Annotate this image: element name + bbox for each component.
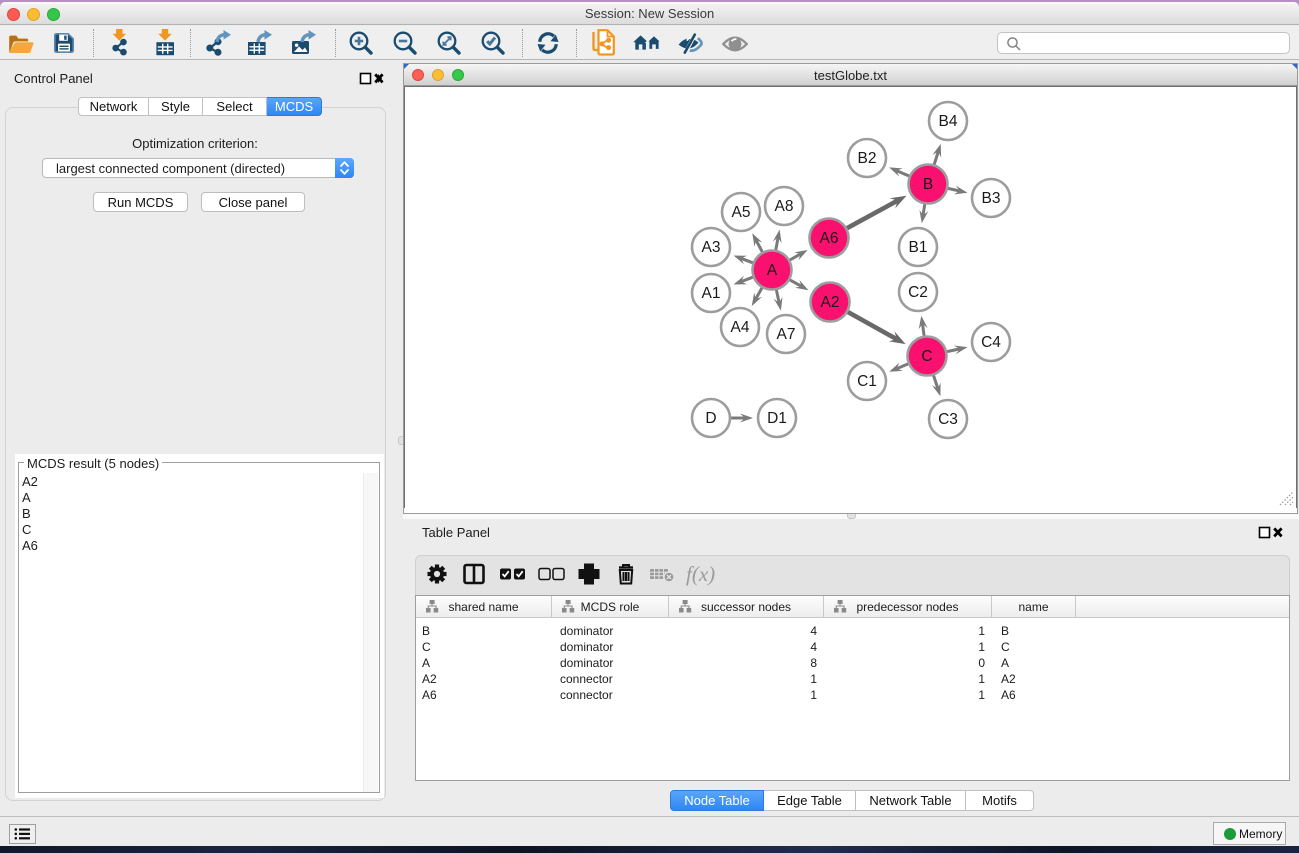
svg-text:C4: C4 [981,334,1001,351]
svg-text:A1: A1 [702,285,721,302]
svg-text:A: A [767,262,778,279]
svg-text:C1: C1 [857,373,877,390]
svg-text:B2: B2 [858,150,877,167]
svg-text:A3: A3 [702,239,721,256]
svg-text:A5: A5 [732,204,751,221]
svg-text:A6: A6 [820,230,839,247]
svg-text:A7: A7 [777,326,796,343]
svg-text:C3: C3 [938,411,958,428]
svg-text:C2: C2 [908,284,928,301]
svg-text:B1: B1 [909,239,928,256]
svg-text:B: B [923,176,933,193]
svg-text:D: D [705,410,716,427]
svg-text:B4: B4 [939,113,958,130]
svg-text:C: C [921,348,932,365]
svg-text:D1: D1 [767,410,787,427]
svg-text:A8: A8 [775,198,794,215]
svg-text:A4: A4 [731,319,750,336]
svg-text:A2: A2 [821,294,840,311]
svg-text:B3: B3 [982,190,1001,207]
